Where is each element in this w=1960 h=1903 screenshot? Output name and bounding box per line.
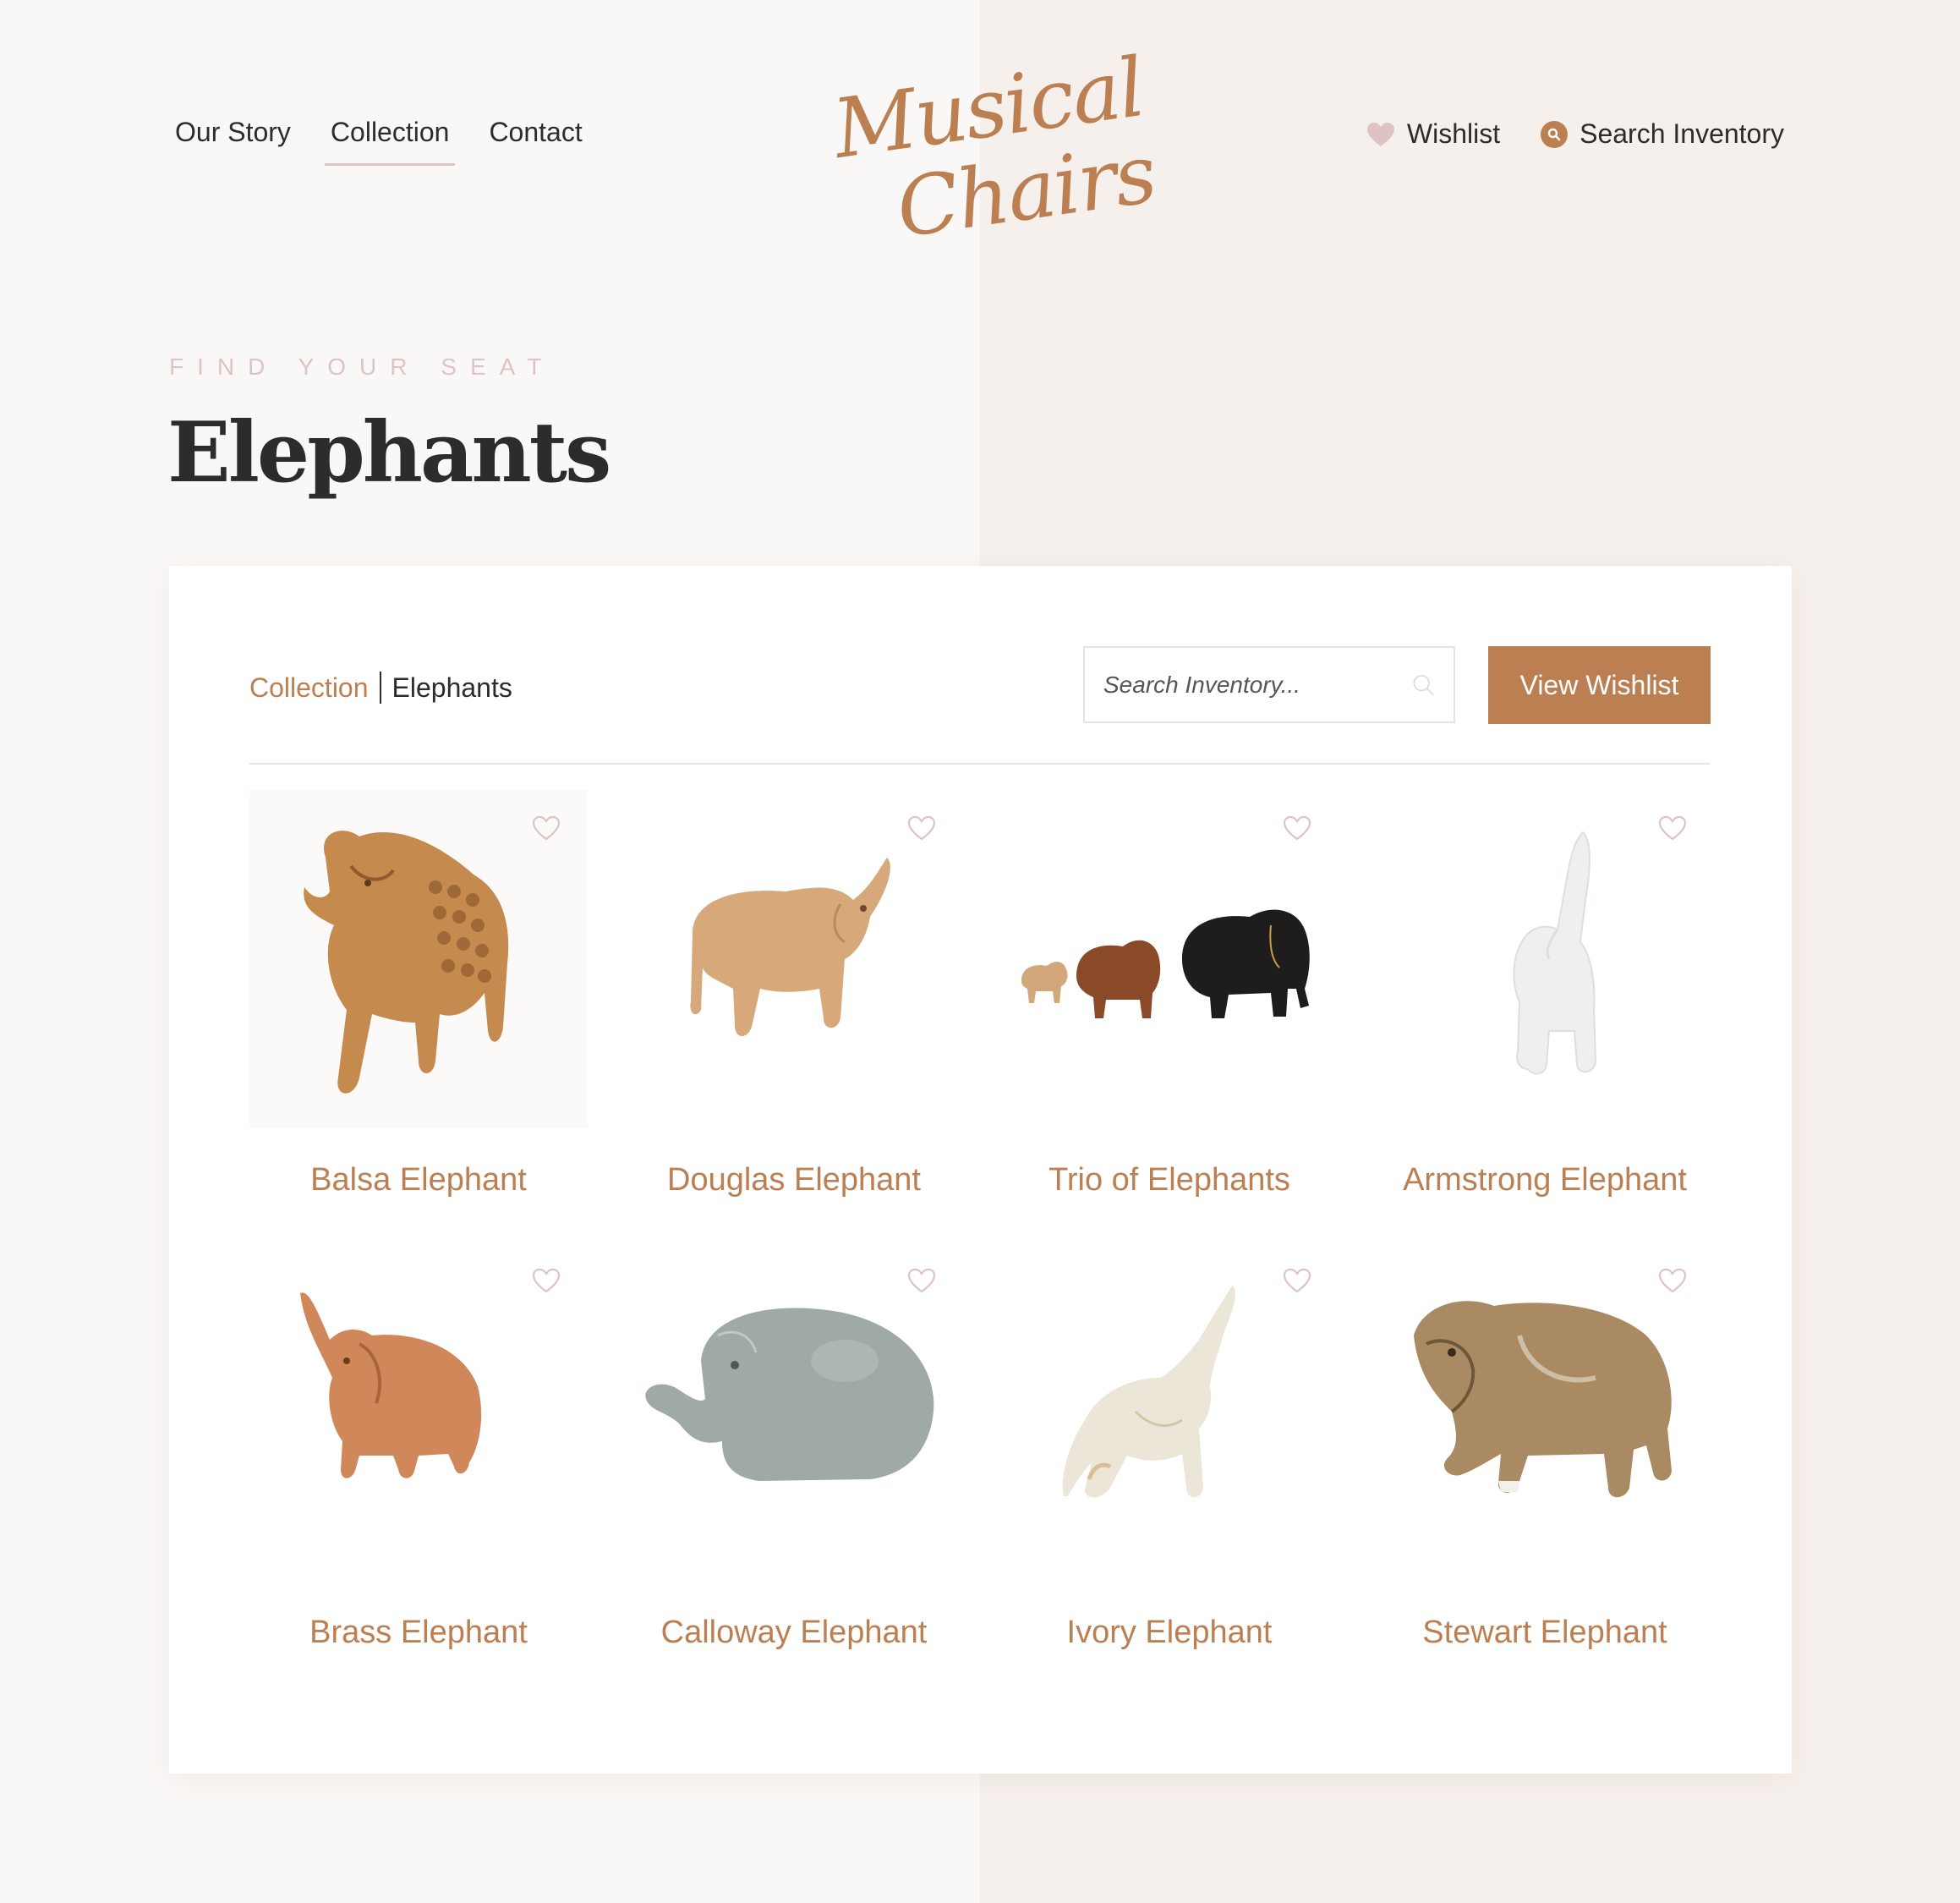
product-image[interactable]: [1376, 1242, 1714, 1581]
product-image[interactable]: [249, 1242, 588, 1581]
product-card[interactable]: Armstrong Elephant: [1376, 790, 1714, 1198]
product-name[interactable]: Calloway Elephant: [599, 1615, 988, 1651]
product-image[interactable]: [1000, 1242, 1339, 1581]
search-icon: [1541, 120, 1569, 148]
product-card[interactable]: Balsa Elephant: [249, 790, 588, 1198]
search-input[interactable]: [1103, 671, 1412, 699]
product-image[interactable]: [625, 790, 963, 1128]
product-name[interactable]: Ivory Elephant: [975, 1615, 1364, 1651]
wishlist-heart-icon[interactable]: [1283, 1268, 1311, 1293]
glazed-ceramic-elephant-icon: [1414, 1301, 1672, 1498]
onyx-elephant-icon: [1062, 1285, 1235, 1498]
product-card[interactable]: Ivory Elephant: [1000, 1242, 1339, 1650]
breadcrumb-separator: [379, 672, 381, 704]
product-image[interactable]: [249, 790, 588, 1128]
product-card[interactable]: Brass Elephant: [249, 1242, 588, 1650]
product-card[interactable]: Trio of Elephants: [1000, 790, 1339, 1198]
carved-wood-elephant-icon: [304, 831, 509, 1094]
magnifier-icon[interactable]: [1412, 666, 1435, 705]
search-inventory-link[interactable]: Search Inventory: [1541, 118, 1784, 150]
site-logo[interactable]: Musical Chairs: [812, 40, 1167, 256]
eyebrow-text: FIND YOUR SEAT: [169, 354, 556, 380]
product-name[interactable]: Armstrong Elephant: [1350, 1162, 1739, 1198]
collection-card: Collection Elephants View Wishlist: [169, 566, 1792, 1774]
wishlist-heart-icon[interactable]: [907, 1268, 936, 1293]
wishlist-link[interactable]: Wishlist: [1366, 118, 1500, 150]
product-name[interactable]: Douglas Elephant: [599, 1162, 988, 1198]
copper-elephant-icon: [300, 1292, 482, 1478]
product-name[interactable]: Stewart Elephant: [1350, 1615, 1739, 1651]
main-nav: Our Story Collection Contact: [169, 113, 616, 166]
heart-icon: [1366, 122, 1394, 146]
product-card[interactable]: Calloway Elephant: [625, 1242, 963, 1650]
view-wishlist-button[interactable]: View Wishlist: [1488, 646, 1711, 724]
product-image[interactable]: [1376, 790, 1714, 1128]
product-name[interactable]: Trio of Elephants: [975, 1162, 1364, 1198]
page-title: Elephants: [167, 404, 611, 502]
inventory-search: [1083, 646, 1455, 723]
utility-nav: Wishlist Search Inventory: [1366, 118, 1784, 150]
glass-elephant-icon: [645, 1308, 934, 1481]
wishlist-heart-icon[interactable]: [532, 1268, 561, 1293]
wishlist-label: Wishlist: [1406, 118, 1501, 149]
product-image[interactable]: [1000, 790, 1339, 1128]
product-image[interactable]: [625, 1242, 963, 1581]
collection-toolbar: Collection Elephants View Wishlist: [249, 646, 1711, 765]
nav-contact[interactable]: Contact: [483, 113, 588, 166]
nav-collection[interactable]: Collection: [324, 113, 456, 166]
light-wood-elephant-icon: [690, 858, 890, 1037]
product-name[interactable]: Brass Elephant: [224, 1615, 613, 1651]
wishlist-heart-icon[interactable]: [1283, 815, 1311, 841]
search-inventory-label: Search Inventory: [1579, 118, 1784, 149]
wishlist-heart-icon[interactable]: [1658, 1268, 1687, 1293]
breadcrumb: Collection Elephants: [249, 672, 512, 704]
product-name[interactable]: Balsa Elephant: [224, 1162, 613, 1198]
breadcrumb-current: Elephants: [391, 672, 512, 703]
wishlist-heart-icon[interactable]: [1658, 815, 1687, 841]
product-grid: Balsa Elephant Douglas Elephant Trio of …: [249, 790, 1710, 1650]
white-ceramic-elephant-icon: [1513, 831, 1597, 1075]
product-card[interactable]: Douglas Elephant: [625, 790, 963, 1198]
three-elephants-icon: [1021, 909, 1310, 1018]
wishlist-heart-icon[interactable]: [532, 815, 561, 841]
product-card[interactable]: Stewart Elephant: [1376, 1242, 1714, 1650]
nav-our-story[interactable]: Our Story: [169, 113, 297, 166]
breadcrumb-collection[interactable]: Collection: [249, 672, 369, 704]
wishlist-heart-icon[interactable]: [907, 815, 936, 841]
